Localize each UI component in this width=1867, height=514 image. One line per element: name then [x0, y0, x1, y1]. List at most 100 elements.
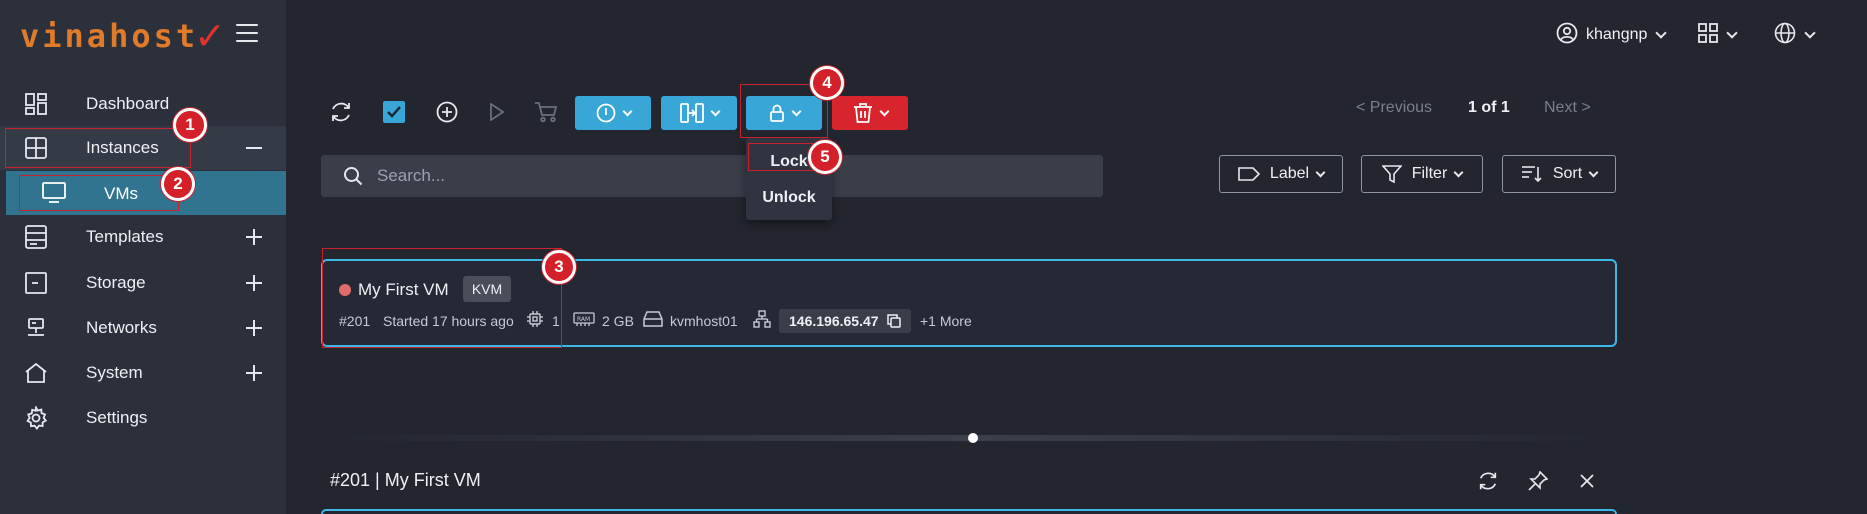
sidebar-item-system[interactable]: System: [0, 351, 286, 395]
label-filter-button[interactable]: Label: [1219, 155, 1343, 193]
chevron-down-icon: [622, 106, 632, 116]
annotation-marker-2: 2: [161, 167, 195, 201]
detail-refresh-button[interactable]: [1475, 468, 1501, 494]
dashboard-icon: [24, 92, 48, 116]
refresh-button[interactable]: [327, 98, 355, 126]
close-icon: [1580, 474, 1594, 488]
create-vm-button[interactable]: [433, 98, 461, 126]
previous-page-button[interactable]: < Previous: [1356, 96, 1432, 120]
networks-icon: [24, 316, 48, 340]
sidebar-item-label: Settings: [86, 408, 148, 427]
logo-text: vinahost: [20, 17, 199, 55]
ip-address-pill[interactable]: 146.196.65.47: [779, 309, 911, 333]
annotation-marker-1: 1: [173, 108, 207, 142]
ram-icon: RAM: [573, 311, 595, 327]
apps-menu[interactable]: [1698, 22, 1738, 48]
select-all-checkbox[interactable]: [380, 98, 408, 126]
vm-name: My First VM: [358, 280, 449, 299]
host-icon: [643, 311, 663, 327]
vm-more-ips[interactable]: +1 More: [920, 313, 972, 329]
chevron-down-icon: [1315, 167, 1326, 177]
logo-mark: ✓: [194, 15, 226, 58]
monitor-icon: [42, 182, 66, 209]
sidebar-item-settings[interactable]: Settings: [0, 396, 286, 440]
annotation-marker-5: 5: [808, 140, 842, 174]
cart-button[interactable]: [532, 98, 560, 126]
sidebar-item-label: Storage: [86, 273, 146, 292]
search-icon: [344, 167, 363, 186]
chevron-down-icon: [1453, 167, 1464, 177]
search-input[interactable]: [377, 166, 1077, 186]
status-dot: [339, 284, 351, 296]
chevron-down-icon: [710, 106, 720, 116]
cpu-icon: [526, 310, 544, 328]
chevron-down-icon: [879, 106, 889, 116]
user-avatar-icon: [1556, 22, 1578, 49]
username: khangnp: [1586, 26, 1648, 43]
unlock-menu-item[interactable]: Unlock: [746, 180, 832, 216]
delete-actions-button[interactable]: [832, 96, 908, 130]
refresh-icon: [332, 102, 350, 122]
pin-button[interactable]: [1525, 468, 1551, 494]
vm-id: #201: [339, 313, 371, 329]
next-page-button[interactable]: Next >: [1544, 96, 1591, 120]
sidebar-item-storage[interactable]: Storage: [0, 261, 286, 305]
power-actions-button[interactable]: [575, 96, 651, 130]
vm-ram: 2 GB: [602, 313, 634, 329]
sort-button[interactable]: Sort: [1502, 155, 1616, 193]
filter-label: Filter: [1411, 165, 1448, 182]
annotation-marker-4: 4: [810, 66, 844, 100]
power-icon: [596, 103, 615, 123]
sidebar-item-dashboard[interactable]: Dashboard: [0, 82, 286, 126]
detail-panel-border: [321, 509, 1617, 514]
expand-icon[interactable]: [244, 318, 264, 338]
vm-host: kvmhost01: [670, 313, 738, 329]
annotation-marker-3: 3: [542, 250, 576, 284]
chevron-down-icon: [791, 106, 801, 116]
close-button[interactable]: [1574, 468, 1600, 494]
play-icon: [490, 103, 505, 121]
instances-icon: [24, 136, 48, 160]
sidebar-item-templates[interactable]: Templates: [0, 215, 286, 259]
tag-icon: [1238, 167, 1260, 181]
hamburger-menu-icon[interactable]: [236, 24, 258, 42]
trash-icon: [853, 103, 872, 123]
filter-button[interactable]: Filter: [1361, 155, 1483, 193]
language-menu[interactable]: [1774, 22, 1816, 48]
vm-card[interactable]: My First VM KVM #201 Started 17 hours ag…: [321, 259, 1617, 347]
sidebar-item-networks[interactable]: Networks: [0, 306, 286, 350]
plus-circle-icon: [436, 101, 458, 123]
play-button[interactable]: [483, 98, 511, 126]
sidebar-item-label: System: [86, 363, 143, 382]
chevron-down-icon: [1804, 27, 1816, 39]
user-menu[interactable]: khangnp: [1556, 22, 1668, 49]
chevron-down-icon: [1655, 27, 1668, 39]
hypervisor-badge: KVM: [463, 276, 511, 302]
home-icon: [24, 361, 48, 385]
sidebar-item-label: Instances: [86, 138, 159, 157]
resize-handle[interactable]: [968, 433, 978, 443]
chevron-down-icon: [1588, 167, 1599, 177]
collapse-icon[interactable]: [244, 138, 264, 158]
page-count: 1 of 1: [1468, 99, 1510, 116]
brand-logo[interactable]: vinahost ✓: [20, 14, 226, 58]
expand-icon[interactable]: [244, 273, 264, 293]
apps-grid-icon: [1698, 22, 1718, 48]
refresh-icon: [1479, 472, 1497, 490]
copy-icon: [886, 314, 901, 328]
sidebar-item-vms[interactable]: VMs: [6, 171, 286, 215]
vm-started: Started 17 hours ago: [383, 313, 514, 329]
gear-icon: [24, 406, 48, 430]
sort-label: Sort: [1552, 165, 1583, 182]
sidebar-item-instances[interactable]: Instances: [0, 126, 286, 170]
expand-icon[interactable]: [244, 227, 264, 247]
migrate-actions-button[interactable]: [661, 96, 737, 130]
svg-text:RAM: RAM: [577, 316, 590, 323]
sidebar-item-label: Dashboard: [86, 94, 170, 113]
lock-actions-button[interactable]: [746, 96, 822, 130]
templates-icon: [24, 225, 48, 249]
label-filter-label: Label: [1269, 165, 1310, 182]
vm-cpu: 1: [552, 313, 560, 329]
expand-icon[interactable]: [244, 363, 264, 383]
sidebar-item-label: VMs: [104, 184, 138, 203]
